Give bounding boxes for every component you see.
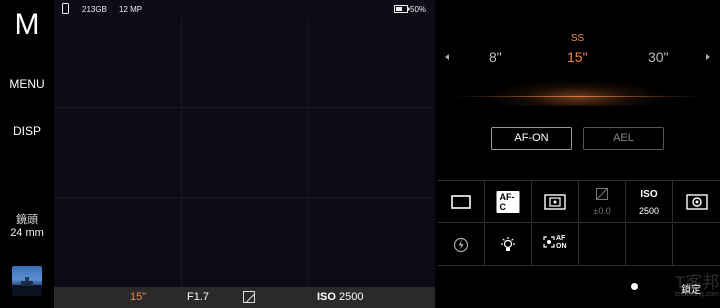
focus-mode-icon: AF-C: [496, 190, 520, 213]
lens-label[interactable]: 鏡頭: [0, 211, 54, 227]
dro-cell[interactable]: [485, 224, 532, 266]
face-af-label: AF ON: [556, 235, 567, 250]
lock-indicator-icon: [631, 283, 638, 290]
iso-cell[interactable]: ISO 2500: [626, 181, 673, 223]
empty-cell: [626, 224, 673, 266]
aperture-readout: F1.7: [187, 291, 210, 303]
face-af-cell[interactable]: AF ON: [532, 224, 579, 266]
battery-level: 50%: [410, 5, 427, 14]
shooting-mode[interactable]: M: [0, 8, 54, 42]
empty-cell: [579, 224, 626, 266]
iso-readout-label: ISO: [317, 291, 336, 303]
flash-cell[interactable]: [438, 224, 485, 266]
single-shot-icon: [451, 194, 471, 209]
grid-line: [308, 18, 309, 287]
wb-icon: [685, 193, 708, 210]
watermark-sub: techbang.com: [675, 291, 719, 298]
menu-button[interactable]: MENU: [0, 77, 54, 91]
iso-value: 2500: [638, 206, 660, 216]
metering-icon: [544, 193, 566, 210]
exposure-comp-icon: [243, 291, 255, 303]
metering-cell[interactable]: [532, 181, 579, 223]
bulb-icon: [501, 236, 515, 251]
drive-mode-cell[interactable]: [438, 181, 485, 223]
gallery-thumbnail-image: [12, 277, 42, 296]
af-on-button[interactable]: AF-ON: [491, 127, 572, 150]
white-balance-cell[interactable]: [673, 181, 720, 223]
status-bar: 213GB 12 MP 50%: [54, 0, 435, 18]
focus-mode-cell[interactable]: AF-C: [485, 181, 532, 223]
shutter-speed-label: SS: [570, 33, 585, 44]
function-grid: AF-C ±0.0 ISO 2500 AF ON: [438, 180, 720, 266]
image-resolution: 12 MP: [119, 5, 143, 14]
face-detect-icon: [543, 236, 555, 248]
flash-off-icon: [453, 237, 469, 252]
ael-button[interactable]: AEL: [583, 127, 664, 150]
shutter-option-prev[interactable]: 8": [489, 49, 502, 65]
lens-value[interactable]: 24 mm: [0, 227, 54, 239]
gallery-thumbnail[interactable]: [12, 266, 42, 296]
empty-cell: [673, 224, 720, 266]
exposure-info-bar: 15" F1.7 ISO 2500: [54, 287, 435, 308]
grid-line: [181, 18, 182, 287]
exposure-comp-cell[interactable]: ±0.0: [579, 181, 626, 223]
viewfinder[interactable]: 213GB 12 MP 50% 15" F1.7 ISO 2500: [54, 0, 435, 308]
dial-right-arrow-icon[interactable]: [706, 54, 710, 60]
shutter-option-current[interactable]: 15": [567, 49, 588, 65]
grid-line: [54, 197, 435, 198]
iso-readout-value: 2500: [339, 291, 364, 303]
dial-glow: [465, 66, 690, 106]
dial-glow-line: [455, 96, 700, 97]
storage-icon: [62, 3, 69, 14]
storage-remaining: 213GB: [82, 5, 107, 14]
exposure-comp-value: ±0.0: [593, 206, 611, 216]
shutter-speed-dial[interactable]: 8" 15" 30": [435, 48, 720, 68]
iso-label: ISO: [640, 189, 658, 200]
battery-icon: [394, 5, 410, 13]
left-rail: M MENU DISP 鏡頭 24 mm: [0, 0, 54, 308]
watermark: T客邦: [675, 273, 720, 292]
control-panel: SS 8" 15" 30" AF-ON AEL AF-C ±0.0 ISO 25…: [435, 0, 720, 308]
dial-left-arrow-icon[interactable]: [445, 54, 449, 60]
exposure-comp-icon: [596, 188, 608, 200]
grid-line: [54, 107, 435, 108]
shutter-option-next[interactable]: 30": [648, 49, 669, 65]
disp-button[interactable]: DISP: [0, 124, 54, 138]
shutter-readout: 15": [130, 291, 147, 303]
